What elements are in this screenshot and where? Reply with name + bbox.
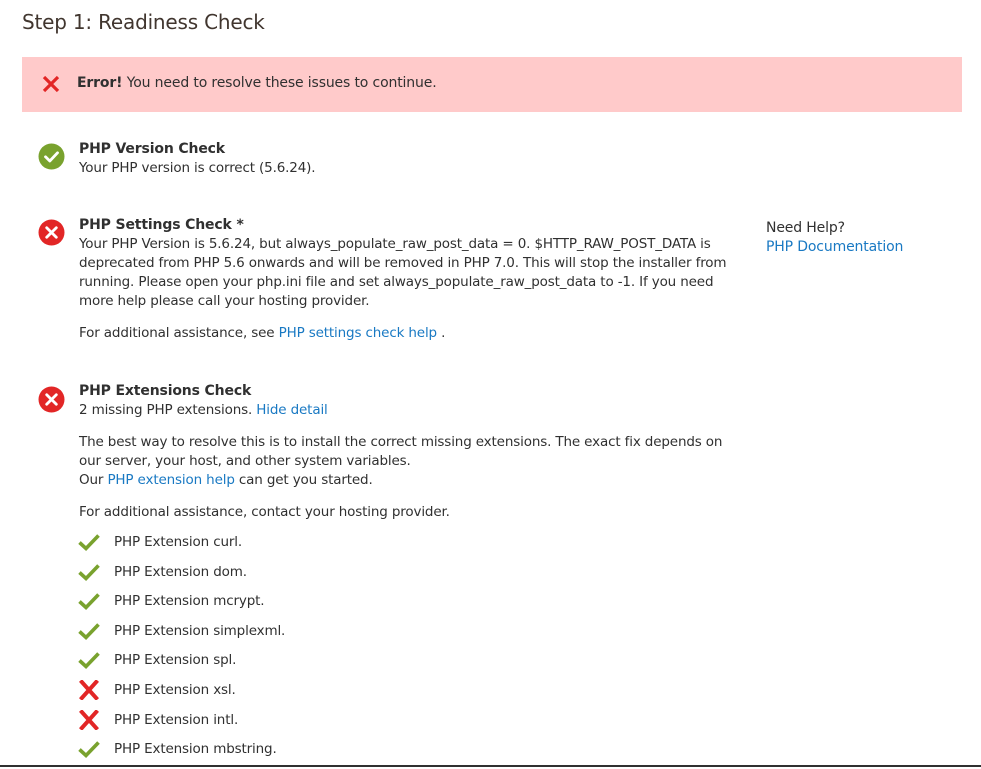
php-extensions-help-line: Our PHP extension help can get you start… <box>79 471 744 490</box>
close-icon <box>77 708 101 731</box>
hide-detail-link[interactable]: Hide detail <box>256 402 328 418</box>
checkmark-icon <box>77 621 101 641</box>
page-title: Step 1: Readiness Check <box>22 10 265 34</box>
php-settings-title: PHP Settings Check * <box>79 217 244 233</box>
php-version-title: PHP Version Check <box>79 141 225 157</box>
php-settings-text: Your PHP Version is 5.6.24, but always_p… <box>79 236 727 309</box>
help-heading: Need Help? <box>766 220 845 236</box>
php-extensions-resolve-text: The best way to resolve this is to insta… <box>79 434 723 469</box>
php-extensions-summary-text: 2 missing PHP extensions. <box>79 402 257 418</box>
php-settings-assist-suffix: . <box>436 325 446 341</box>
checkmark-icon <box>77 591 101 611</box>
list-item: PHP Extension intl. <box>77 708 744 740</box>
error-banner: Error! You need to resolve these issues … <box>22 57 962 112</box>
error-message: Error! You need to resolve these issues … <box>77 75 437 91</box>
checkmark-icon <box>77 532 101 552</box>
extension-list: PHP Extension curl. PHP Extension dom. PHP… <box>77 532 744 769</box>
php-extensions-summary: 2 missing PHP extensions. Hide detail <box>79 401 744 420</box>
extension-label: PHP Extension xsl. <box>114 681 236 698</box>
extension-label: PHP Extension dom. <box>114 563 247 580</box>
checkmark-circle-icon <box>38 143 65 170</box>
checkmark-icon <box>77 739 101 759</box>
php-settings-assist: For additional assistance, see PHP setti… <box>79 324 744 343</box>
php-version-text: Your PHP version is correct (5.6.24). <box>79 160 316 176</box>
list-item: PHP Extension xsl. <box>77 679 744 710</box>
close-icon <box>77 679 101 701</box>
checkmark-icon <box>77 650 101 670</box>
extension-label: PHP Extension curl. <box>114 534 243 550</box>
help-box: Need Help? PHP Documentation <box>766 219 903 257</box>
php-settings-assist-prefix: For additional assistance, see <box>79 325 279 341</box>
php-extensions-our-prefix: Our <box>79 472 108 488</box>
extension-label: PHP Extension intl. <box>114 711 239 728</box>
error-strong: Error! <box>77 75 123 91</box>
php-extensions-assist-text: For additional assistance, contact your … <box>79 504 450 520</box>
php-extension-help-link[interactable]: PHP extension help <box>107 472 234 488</box>
extension-label: PHP Extension mcrypt. <box>114 593 265 610</box>
list-item: PHP Extension spl. <box>77 650 744 680</box>
extension-label: PHP Extension mbstring. <box>114 741 277 758</box>
php-extensions-title: PHP Extensions Check <box>79 383 252 399</box>
php-settings-help-link[interactable]: PHP settings check help <box>279 325 438 341</box>
list-item: PHP Extension curl. <box>77 532 744 562</box>
list-item: PHP Extension dom. <box>77 562 744 592</box>
close-circle-icon <box>38 219 65 246</box>
checkmark-icon <box>77 562 101 582</box>
list-item: PHP Extension mcrypt. <box>77 591 744 621</box>
close-icon <box>42 75 60 93</box>
extension-label: PHP Extension spl. <box>114 652 237 669</box>
error-text: You need to resolve these issues to cont… <box>122 75 437 91</box>
close-circle-icon <box>38 386 65 413</box>
php-documentation-link[interactable]: PHP Documentation <box>766 239 903 255</box>
extension-label: PHP Extension simplexml. <box>114 622 286 639</box>
php-extensions-our-suffix: can get you started. <box>234 472 373 488</box>
list-item: PHP Extension simplexml. <box>77 621 744 651</box>
